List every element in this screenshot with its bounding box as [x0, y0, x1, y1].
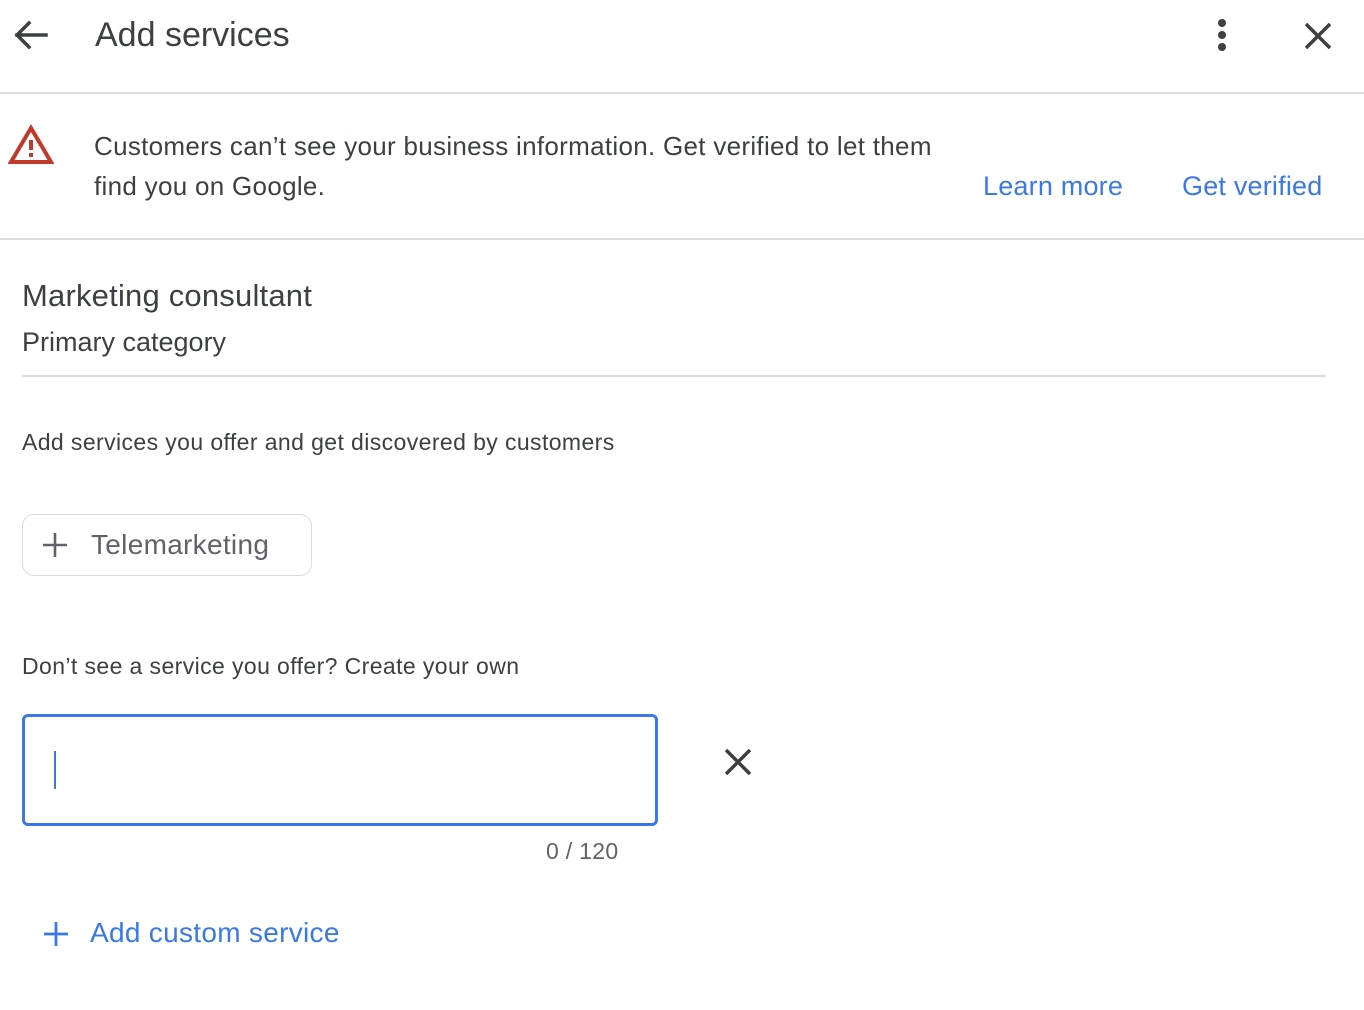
close-icon: [724, 748, 752, 776]
get-verified-link[interactable]: Get verified: [1182, 166, 1322, 206]
arrow-back-icon: [14, 20, 48, 50]
plus-icon: [44, 922, 68, 946]
category-label: Primary category: [22, 327, 227, 357]
services-instructions: Add services you offer and get discovere…: [22, 429, 615, 455]
more-options-button[interactable]: [1202, 14, 1242, 56]
add-custom-service-label: Add custom service: [90, 917, 340, 948]
category-name: Marketing consultant: [22, 278, 313, 313]
banner-message: Customers can’t see your business inform…: [94, 131, 932, 201]
warning-icon: [8, 124, 54, 164]
create-own-prompt: Don’t see a service you offer? Create yo…: [22, 653, 520, 679]
suggested-service-chip[interactable]: Telemarketing: [22, 514, 312, 576]
close-button[interactable]: [1296, 14, 1340, 58]
verification-banner: Customers can’t see your business inform…: [0, 94, 1364, 240]
custom-service-input[interactable]: [25, 717, 655, 823]
primary-category: Marketing consultant Primary category: [22, 274, 312, 364]
learn-more-link[interactable]: Learn more: [983, 166, 1123, 206]
back-button[interactable]: [10, 14, 52, 56]
remove-custom-service-button[interactable]: [718, 742, 758, 782]
chip-label: Telemarketing: [91, 529, 270, 560]
page-title: Add services: [95, 16, 290, 54]
more-vert-icon: [1218, 19, 1226, 51]
plus-icon: [43, 533, 67, 557]
divider: [22, 375, 1326, 377]
text-caret: [54, 751, 56, 789]
close-icon: [1304, 22, 1332, 50]
character-counter: 0 / 120: [546, 838, 619, 864]
custom-service-field[interactable]: [22, 714, 658, 826]
header-bar: Add services: [0, 0, 1364, 94]
